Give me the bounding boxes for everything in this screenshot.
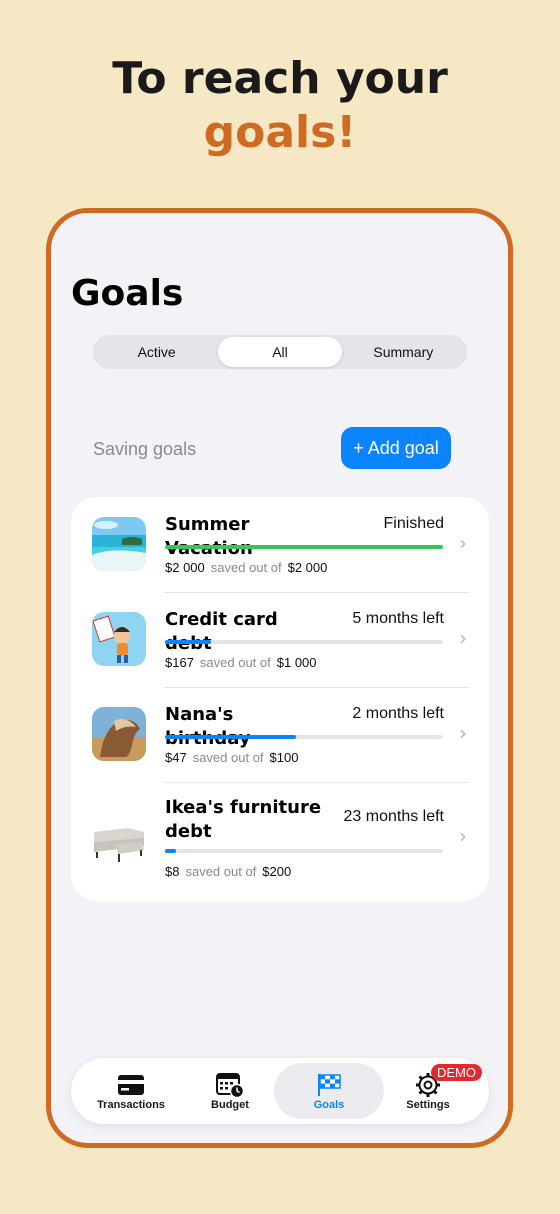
goal-amounts: $47 saved out of $100 [165,750,298,765]
add-goal-button[interactable]: + Add goal [341,427,451,469]
goal-name: Ikea's furniture debt [165,797,322,842]
saved-out-of-label: saved out of [192,750,264,765]
chevron-right-icon: › [459,721,467,745]
goal-saved-amount: $167 [165,655,194,670]
tab-label: Settings [406,1099,450,1111]
demo-badge: DEMO [431,1064,482,1081]
goal-target-amount: $200 [262,864,292,879]
goal-status: 2 months left [352,705,444,722]
page-title: Goals [71,273,184,314]
flag-icon [315,1072,343,1098]
goal-row-credit-card-debt[interactable]: Credit card debt 5 months left $167 saved… [71,592,489,687]
goal-saved-amount: $47 [165,750,187,765]
tab-label: Transactions [97,1099,165,1111]
tab-goals[interactable]: Goals [274,1063,384,1119]
goal-progress-fill [165,640,212,644]
phone-frame: Goals Active All Summary Saving goals + … [46,208,513,1148]
goal-target-amount: $100 [269,750,299,765]
goal-progress-fill [165,849,177,853]
saved-out-of-label: saved out of [185,864,257,879]
goal-status: 5 months left [352,610,444,627]
chevron-right-icon: › [459,531,467,555]
headline-line-1: To reach your [112,53,448,104]
segment-active[interactable]: Active [95,337,218,367]
goal-progress-track [165,849,443,853]
goal-progress-fill [165,735,296,739]
debt-free-image [92,612,146,666]
goal-status: Finished [383,515,444,532]
goal-progress-track [165,640,443,644]
goal-name: Nana's birthday [165,704,251,749]
chevron-right-icon: › [459,626,467,650]
goal-status: 23 months left [343,808,445,825]
saved-out-of-label: saved out of [199,655,271,670]
sofa-image [92,814,146,868]
tab-budget[interactable]: Budget [175,1063,285,1119]
headline-line-2: goals! [203,107,357,158]
goal-row-summer-vacation[interactable]: Summer Vacation Finished $2 000 saved out… [71,497,489,592]
goal-target-amount: $1 000 [276,655,317,670]
goal-target-amount: $2 000 [287,560,328,575]
horse-image [92,707,146,761]
goal-amounts: $8 saved out of $200 [165,864,291,879]
segment-summary[interactable]: Summary [342,337,465,367]
goal-progress-track [165,735,443,739]
card-icon [117,1072,145,1098]
goal-name: Summer Vacation [165,514,253,559]
goal-row-ikea-furniture-debt[interactable]: Ikea's furniture debt 23 months left $8 s… [71,782,489,901]
goal-amounts: $167 saved out of $1 000 [165,655,317,670]
segment-all[interactable]: All [218,337,342,367]
goal-amounts: $2 000 saved out of $2 000 [165,560,327,575]
section-label-saving-goals: Saving goals [93,439,197,459]
goals-list: Summer Vacation Finished $2 000 saved out… [71,497,489,901]
goal-saved-amount: $8 [165,864,180,879]
goal-row-nanas-birthday[interactable]: Nana's birthday 2 months left $47 saved o… [71,687,489,782]
goal-name: Credit card debt [165,609,278,654]
tab-bar: Transactions Budget Goals Settings DEMO [71,1058,489,1124]
headline: To reach your goals! [0,52,560,160]
goal-progress-track [165,545,443,549]
calendar-clock-icon [216,1072,245,1099]
saved-out-of-label: saved out of [210,560,282,575]
chevron-right-icon: › [459,824,467,848]
goal-saved-amount: $2 000 [165,560,205,575]
segmented-control: Active All Summary [93,335,467,369]
tab-label: Budget [211,1099,249,1111]
tab-label: Goals [313,1099,345,1111]
tab-transactions[interactable]: Transactions [76,1063,186,1119]
goal-progress-fill [165,545,443,549]
beach-image [92,517,146,571]
